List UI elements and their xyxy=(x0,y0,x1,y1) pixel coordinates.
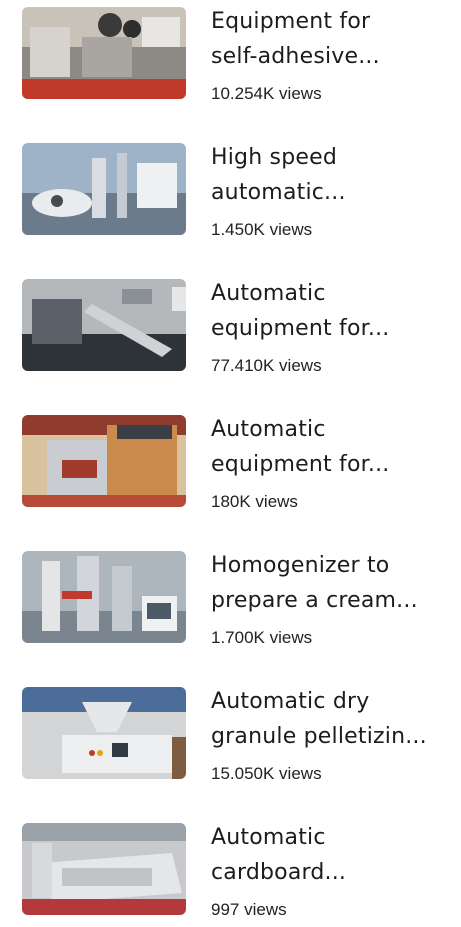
thumbnail-image xyxy=(22,279,186,371)
video-title[interactable]: Automatic dry granule pelletizin... xyxy=(211,684,451,754)
thumbnail-image xyxy=(22,143,186,235)
video-title[interactable]: Automatic equipment for... xyxy=(211,276,451,346)
view-count: 10.254K views xyxy=(211,84,322,103)
video-title[interactable]: Automatic cardboard... xyxy=(211,820,451,890)
video-item[interactable]: Automatic equipment for... 77.410K views xyxy=(0,272,461,382)
view-count: 15.050K views xyxy=(211,764,322,783)
video-title-line2: automatic... xyxy=(211,180,346,205)
video-thumbnail[interactable] xyxy=(22,551,186,643)
video-thumbnail[interactable] xyxy=(22,823,186,915)
thumbnail-image xyxy=(22,687,186,779)
video-thumbnail[interactable] xyxy=(22,7,186,99)
view-count: 1.700K views xyxy=(211,628,313,647)
video-title[interactable]: Homogenizer to prepare a cream... xyxy=(211,548,451,618)
video-title-line1: Automatic xyxy=(211,281,326,306)
video-item[interactable]: Automatic equipment for... 180K views xyxy=(0,408,461,518)
view-count: 997 views xyxy=(211,900,287,919)
video-item[interactable]: Equipment for self-adhesive... 10.254K v… xyxy=(0,0,461,110)
view-count: 1.450K views xyxy=(211,220,313,239)
video-thumbnail[interactable] xyxy=(22,279,186,371)
video-title-line2: granule pelletizin... xyxy=(211,724,427,749)
video-item[interactable]: Automatic dry granule pelletizin... 15.0… xyxy=(0,680,461,790)
video-title[interactable]: Equipment for self-adhesive... xyxy=(211,4,451,74)
video-title-line1: Automatic xyxy=(211,417,326,442)
view-count: 180K views xyxy=(211,492,298,511)
video-title-line2: prepare a cream... xyxy=(211,588,418,613)
video-title[interactable]: Automatic equipment for... xyxy=(211,412,451,482)
video-title-line1: Equipment for xyxy=(211,9,371,34)
video-title-line1: Homogenizer to xyxy=(211,553,390,578)
video-title-line1: Automatic xyxy=(211,825,326,850)
video-list: Equipment for self-adhesive... 10.254K v… xyxy=(0,0,461,927)
video-title-line1: Automatic dry xyxy=(211,689,370,714)
video-title-line2: self-adhesive... xyxy=(211,44,380,69)
thumbnail-image xyxy=(22,7,186,99)
video-item[interactable]: Automatic cardboard... 997 views xyxy=(0,816,461,926)
video-item[interactable]: Homogenizer to prepare a cream... 1.700K… xyxy=(0,544,461,654)
video-title-line1: High speed xyxy=(211,145,338,170)
video-title-line2: equipment for... xyxy=(211,452,390,477)
video-title-line2: cardboard... xyxy=(211,860,347,885)
video-thumbnail[interactable] xyxy=(22,415,186,507)
video-thumbnail[interactable] xyxy=(22,143,186,235)
video-thumbnail[interactable] xyxy=(22,687,186,779)
thumbnail-image xyxy=(22,551,186,643)
view-count: 77.410K views xyxy=(211,356,322,375)
thumbnail-image xyxy=(22,415,186,507)
video-item[interactable]: High speed automatic... 1.450K views xyxy=(0,136,461,246)
video-title[interactable]: High speed automatic... xyxy=(211,140,451,210)
thumbnail-image xyxy=(22,823,186,915)
video-title-line2: equipment for... xyxy=(211,316,390,341)
